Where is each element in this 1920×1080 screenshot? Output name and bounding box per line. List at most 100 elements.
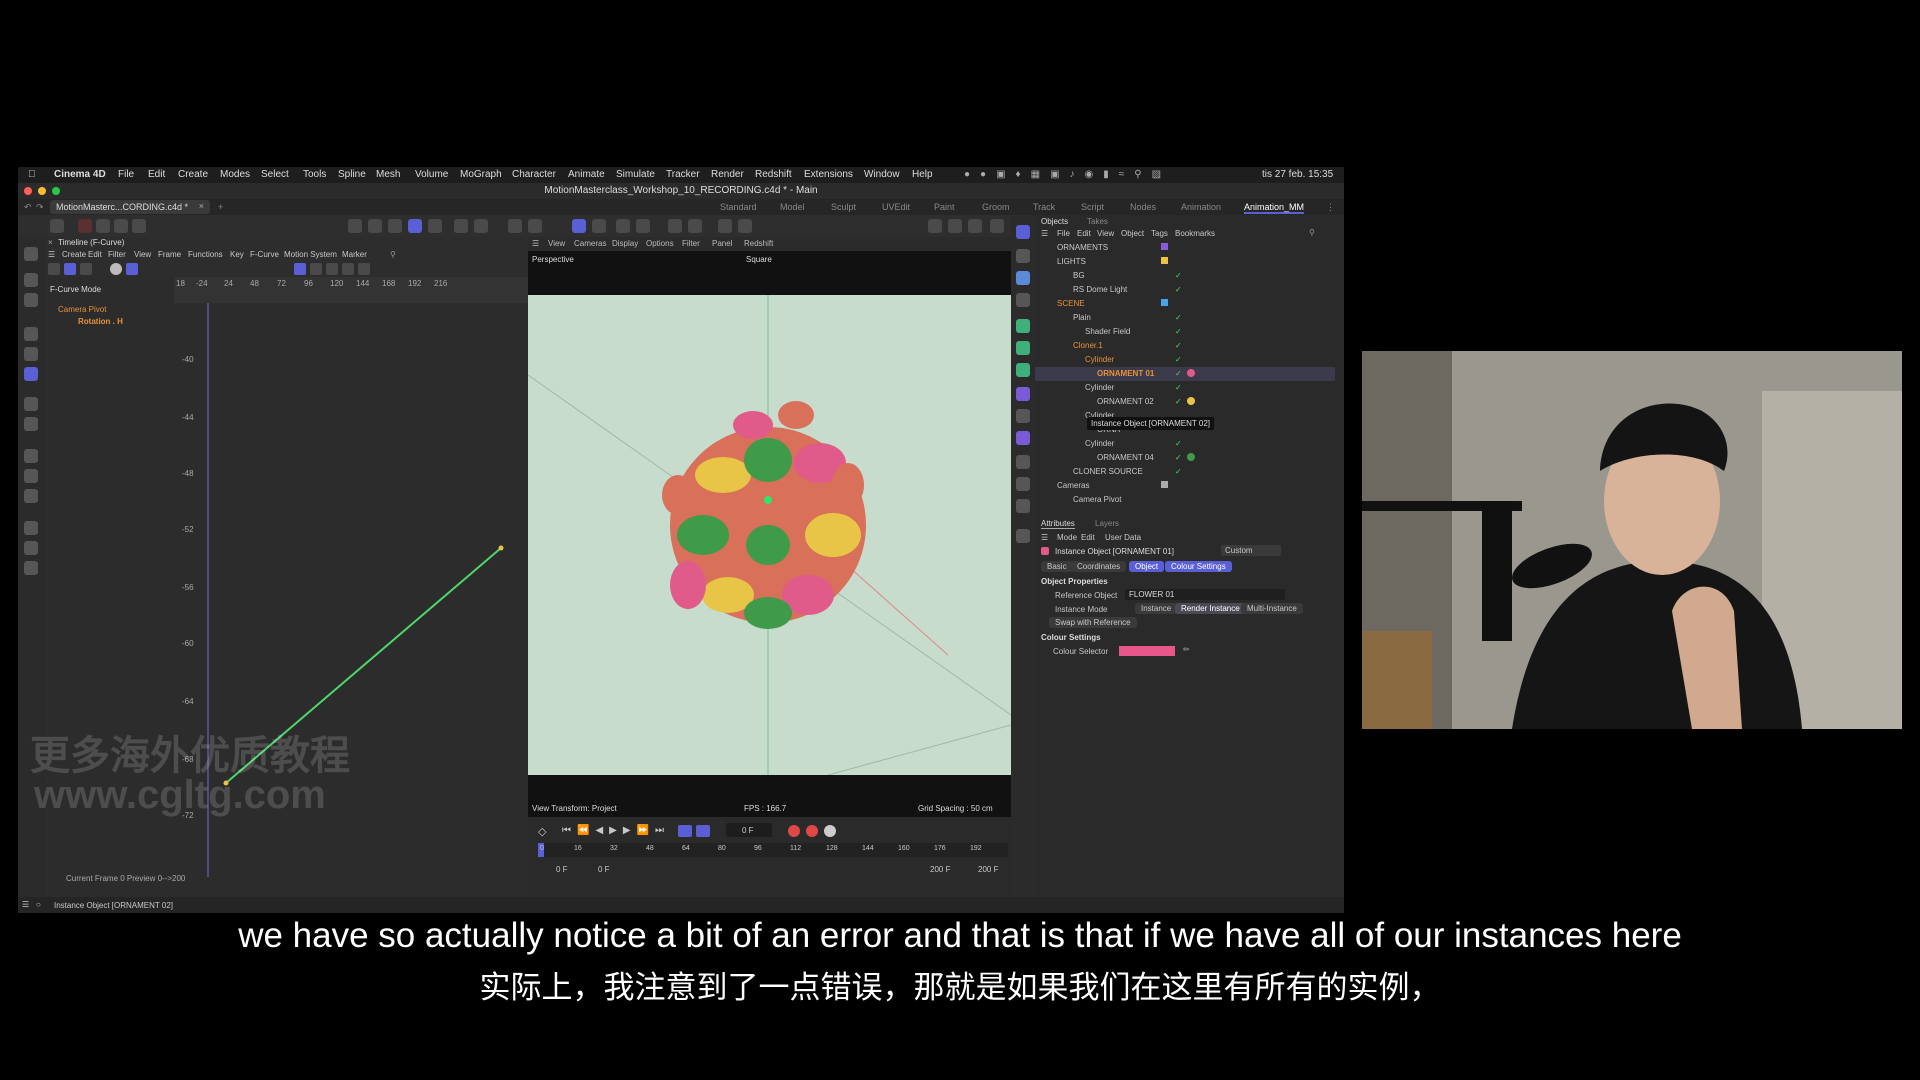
more-icon[interactable]: ⋮ bbox=[1326, 202, 1335, 213]
ease-in-button[interactable] bbox=[342, 263, 354, 275]
object-row-selected[interactable]: ORNAMENT 01 ✓ bbox=[1035, 367, 1335, 381]
playback-controls[interactable]: ⏮⏪◀▶▶⏩⏭ bbox=[562, 825, 670, 836]
tl-menu-frame[interactable]: Frame bbox=[158, 250, 181, 259]
layout-model[interactable]: Model bbox=[780, 202, 805, 212]
material-tag[interactable] bbox=[1187, 397, 1195, 405]
selection-options-icon[interactable] bbox=[24, 293, 38, 307]
preview-range-button[interactable] bbox=[696, 825, 710, 837]
move-icon[interactable] bbox=[24, 327, 38, 341]
check-icon[interactable]: ✓ bbox=[1175, 355, 1182, 364]
am-menu-user-data[interactable]: User Data bbox=[1105, 533, 1141, 542]
mode-instance[interactable]: Instance bbox=[1135, 603, 1178, 614]
light-icon[interactable] bbox=[1016, 499, 1030, 513]
render-settings-button[interactable] bbox=[718, 219, 732, 233]
keyframe-selection-button[interactable] bbox=[824, 825, 836, 837]
menu-app-name[interactable]: Cinema 4D bbox=[54, 169, 106, 180]
scale-icon[interactable] bbox=[24, 367, 38, 381]
tl-menu-edit[interactable]: Edit bbox=[88, 250, 102, 259]
viewport-panel[interactable]: ☰ View Cameras Display Options Filter Pa… bbox=[528, 237, 1011, 817]
am-menu-edit[interactable]: Edit bbox=[1081, 533, 1095, 542]
points-mode-button[interactable] bbox=[348, 219, 362, 233]
vp-menu-redshift[interactable]: Redshift bbox=[744, 239, 773, 248]
om-menu-edit[interactable]: Edit bbox=[1077, 229, 1091, 238]
render-button[interactable] bbox=[948, 219, 962, 233]
check-icon[interactable]: ✓ bbox=[1175, 341, 1182, 350]
minimize-window-button[interactable] bbox=[38, 187, 46, 195]
redshift-ipr-button[interactable] bbox=[990, 219, 1004, 233]
zoom-window-button[interactable] bbox=[52, 187, 60, 195]
rotate-icon[interactable] bbox=[24, 347, 38, 361]
om-menu-object[interactable]: Object bbox=[1121, 229, 1144, 238]
layout-uvedit[interactable]: UVEdit bbox=[882, 202, 910, 212]
layout-sculpt[interactable]: Sculpt bbox=[831, 202, 856, 212]
menu-mograph[interactable]: MoGraph bbox=[460, 169, 502, 180]
object-row[interactable]: Plain ✓ bbox=[1035, 311, 1335, 325]
tl-menu-create[interactable]: Create bbox=[62, 250, 86, 259]
generator-icon[interactable] bbox=[1016, 319, 1030, 333]
menu-redshift[interactable]: Redshift bbox=[755, 169, 792, 180]
layout-nodes[interactable]: Nodes bbox=[1130, 202, 1156, 212]
check-icon[interactable]: ✓ bbox=[1175, 467, 1182, 476]
object-row[interactable]: RS Dome Light ✓ bbox=[1035, 283, 1335, 297]
live-selection-icon[interactable] bbox=[24, 273, 38, 287]
tl-menu-functions[interactable]: Functions bbox=[188, 250, 223, 259]
enable-snap-button[interactable] bbox=[508, 219, 522, 233]
object-row[interactable]: Cylinder ✓ bbox=[1035, 437, 1335, 451]
primitive-icon[interactable] bbox=[1016, 271, 1030, 285]
menu-extensions[interactable]: Extensions bbox=[804, 169, 853, 180]
menu-icon[interactable]: ☰ bbox=[1041, 229, 1048, 238]
compass-icon[interactable] bbox=[1016, 529, 1030, 543]
object-row[interactable]: SCENE bbox=[1035, 297, 1335, 311]
object-row[interactable]: Camera Pivot bbox=[1035, 493, 1335, 507]
vp-menu-view[interactable]: View bbox=[548, 239, 565, 248]
max-frame-field[interactable]: 200 F bbox=[978, 865, 998, 874]
menu-icon[interactable]: ☰ bbox=[48, 250, 55, 259]
aspect-label[interactable]: Square bbox=[746, 255, 772, 264]
deformer-icon[interactable] bbox=[1016, 387, 1030, 401]
texture-mode-button[interactable] bbox=[428, 219, 442, 233]
check-icon[interactable]: ✓ bbox=[1175, 369, 1182, 378]
menu-tools[interactable]: Tools bbox=[303, 169, 326, 180]
object-row[interactable]: Shader Field ✓ bbox=[1035, 325, 1335, 339]
vp-menu-cameras[interactable]: Cameras bbox=[574, 239, 606, 248]
render-view-button[interactable] bbox=[738, 219, 752, 233]
solo-button[interactable] bbox=[474, 219, 488, 233]
layout-paint[interactable]: Paint bbox=[934, 202, 955, 212]
preview-min-field[interactable]: 0 F bbox=[598, 865, 610, 874]
tab-layers[interactable]: Layers bbox=[1095, 519, 1119, 528]
symmetry-button[interactable] bbox=[668, 219, 682, 233]
object-row[interactable]: ORNAMENT 02 ✓ bbox=[1035, 395, 1335, 409]
object-row[interactable]: Cloner.1 ✓ bbox=[1035, 339, 1335, 353]
object-row[interactable]: Cylinder ✓ bbox=[1035, 381, 1335, 395]
colour-swatch[interactable] bbox=[1119, 646, 1175, 656]
menu-help[interactable]: Help bbox=[912, 169, 933, 180]
current-frame-field[interactable]: 0 F bbox=[726, 823, 772, 837]
polygons-mode-button[interactable] bbox=[388, 219, 402, 233]
menu-file[interactable]: File bbox=[118, 169, 134, 180]
tl-menu-filter[interactable]: Filter bbox=[108, 250, 126, 259]
undo-icon[interactable]: ↶ bbox=[24, 202, 32, 213]
cube-icon[interactable] bbox=[1016, 225, 1030, 239]
volume-icon[interactable] bbox=[1016, 431, 1030, 445]
vp-menu-filter[interactable]: Filter bbox=[682, 239, 700, 248]
record-key-button[interactable] bbox=[110, 263, 122, 275]
object-row[interactable]: ORNAMENT 04 ✓ bbox=[1035, 451, 1335, 465]
search-icon[interactable] bbox=[24, 247, 38, 261]
om-menu-file[interactable]: File bbox=[1057, 229, 1070, 238]
knife-icon[interactable] bbox=[24, 469, 38, 483]
menu-tracker[interactable]: Tracker bbox=[666, 169, 700, 180]
om-menu-bookmarks[interactable]: Bookmarks bbox=[1175, 229, 1215, 238]
camera-button[interactable] bbox=[636, 219, 650, 233]
menu-volume[interactable]: Volume bbox=[415, 169, 448, 180]
close-tab-icon[interactable]: × bbox=[199, 201, 204, 211]
render-region-button[interactable] bbox=[928, 219, 942, 233]
menu-icon[interactable]: ☰ bbox=[22, 900, 29, 909]
layout-standard[interactable]: Standard bbox=[720, 202, 757, 212]
tab-basic[interactable]: Basic bbox=[1041, 561, 1073, 572]
workplane-button[interactable] bbox=[572, 219, 586, 233]
menu-select[interactable]: Select bbox=[261, 169, 289, 180]
brush-icon[interactable] bbox=[24, 521, 38, 535]
coordinate-system-button[interactable] bbox=[132, 219, 146, 233]
material-tag[interactable] bbox=[1187, 369, 1195, 377]
tab-object[interactable]: Object bbox=[1129, 561, 1165, 572]
